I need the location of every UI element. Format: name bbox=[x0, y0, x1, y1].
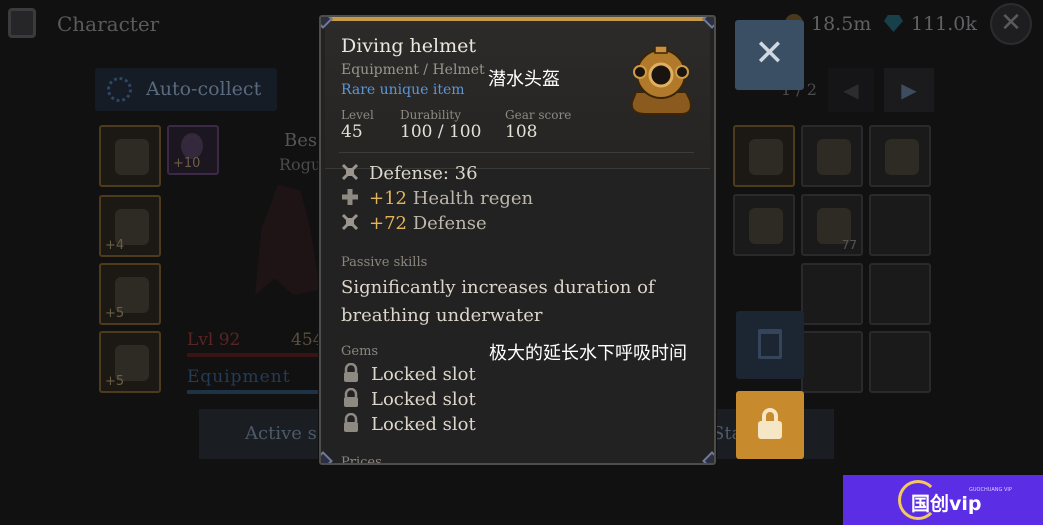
gem-amount: 111.0k bbox=[911, 13, 977, 35]
inventory-slot[interactable] bbox=[733, 194, 795, 256]
gem-slot-label: Locked slot bbox=[371, 414, 476, 435]
hood-icon bbox=[817, 139, 851, 175]
active-skills-button[interactable]: Active s bbox=[199, 409, 321, 459]
item-type: Equipment / Helmet bbox=[341, 62, 485, 78]
inventory-slot[interactable] bbox=[801, 331, 863, 393]
knife-icon bbox=[885, 139, 919, 175]
item-tooltip: Diving helmet Equipment / Helmet Rare un… bbox=[319, 15, 716, 465]
padlock-icon bbox=[344, 363, 358, 382]
item-name: Diving helmet bbox=[341, 35, 477, 57]
trash-icon bbox=[758, 329, 782, 359]
auto-collect-button[interactable]: Auto-collect bbox=[95, 68, 277, 111]
defense-bonus-line: +72 Defense bbox=[341, 213, 487, 234]
defense-line: Defense: 36 bbox=[341, 163, 478, 184]
upgrade-level: +4 bbox=[105, 238, 125, 253]
character-menu-icon[interactable] bbox=[8, 8, 36, 38]
subtitle-item-name: 潜水头盔 bbox=[488, 69, 560, 90]
upgrade-level: +5 bbox=[105, 374, 125, 389]
trash-button[interactable] bbox=[736, 311, 804, 379]
equipped-slot-gem[interactable]: +10 bbox=[167, 125, 219, 175]
tab-equipment-underline bbox=[187, 390, 320, 394]
corner-ornament bbox=[702, 451, 714, 463]
gold-amount: 18.5m bbox=[811, 13, 872, 35]
gem-slot-label: Locked slot bbox=[371, 364, 476, 385]
stat-durability-value: 100 / 100 bbox=[400, 122, 482, 142]
close-screen-button[interactable]: ✕ bbox=[990, 3, 1032, 45]
gem-upgrade-level: +10 bbox=[173, 156, 201, 171]
inventory-slot[interactable] bbox=[801, 125, 863, 187]
equipped-slot-boots[interactable]: +5 bbox=[99, 263, 161, 325]
auto-collect-label: Auto-collect bbox=[146, 78, 262, 100]
gear-icon bbox=[107, 77, 132, 102]
defense-bonus: +72 bbox=[369, 213, 407, 234]
prev-page-button[interactable]: ◀ bbox=[828, 68, 874, 112]
knife-icon bbox=[749, 208, 783, 244]
subtitle-passive: 极大的延长水下呼吸时间 bbox=[489, 343, 687, 364]
health-regen-text: Health regen bbox=[407, 188, 534, 209]
equipped-slot-helmet[interactable] bbox=[99, 125, 161, 187]
crossed-swords-icon bbox=[341, 163, 359, 181]
padlock-icon bbox=[344, 388, 358, 407]
inventory-slot[interactable]: 77 bbox=[801, 194, 863, 256]
diving-helmet-icon bbox=[630, 45, 692, 115]
stat-level-value: 45 bbox=[341, 122, 363, 142]
active-skills-label: Active s bbox=[245, 423, 317, 444]
stat-gear-score-value: 108 bbox=[505, 122, 538, 142]
gem-slot-label: Locked slot bbox=[371, 389, 476, 410]
upgrade-level: +5 bbox=[105, 306, 125, 321]
health-regen-line: +12 Health regen bbox=[341, 188, 533, 209]
gem-slot: Locked slot bbox=[341, 413, 476, 435]
level-label: Lvl 92 bbox=[187, 330, 241, 350]
gems-title: Gems bbox=[341, 344, 379, 359]
watermark-text: 国创vip bbox=[911, 493, 982, 515]
defense-bonus-text: Defense bbox=[407, 213, 487, 234]
passive-skills-title: Passive skills bbox=[341, 255, 428, 270]
inventory-slot[interactable] bbox=[869, 331, 931, 393]
passive-skill-text: Significantly increases duration of brea… bbox=[341, 277, 655, 326]
hero-name: Bes bbox=[284, 130, 318, 151]
hero-class: Rogu bbox=[279, 155, 322, 174]
inventory-slot[interactable] bbox=[801, 263, 863, 325]
padlock-icon bbox=[344, 413, 358, 432]
stat-level-label: Level bbox=[341, 108, 374, 122]
crossed-swords-icon bbox=[341, 213, 359, 231]
inventory-slot[interactable] bbox=[869, 194, 931, 256]
gem-slot: Locked slot bbox=[341, 388, 476, 410]
header-divider bbox=[339, 152, 694, 153]
lock-icon-body bbox=[758, 421, 782, 439]
equipped-slot-armor[interactable]: +4 bbox=[99, 195, 161, 257]
item-count: 77 bbox=[841, 238, 857, 252]
defense-text: Defense: 36 bbox=[369, 163, 478, 184]
gloves-icon bbox=[749, 139, 783, 175]
page-title: Character bbox=[57, 12, 160, 36]
equipped-slot-weapon[interactable]: +5 bbox=[99, 331, 161, 393]
helmet-icon bbox=[115, 139, 149, 175]
inventory-slot[interactable] bbox=[869, 125, 931, 187]
inventory-slot[interactable] bbox=[733, 125, 795, 187]
health-regen-bonus: +12 bbox=[369, 188, 407, 209]
close-tooltip-button[interactable]: ✕ bbox=[735, 20, 804, 90]
level-bar bbox=[187, 353, 320, 357]
stat-gear-score-label: Gear score bbox=[505, 108, 572, 122]
hero-figure bbox=[255, 185, 320, 295]
inventory-slot[interactable] bbox=[869, 263, 931, 325]
watermark-subtext: GUOCHUANG VIP bbox=[969, 487, 1012, 493]
item-rarity: Rare unique item bbox=[341, 82, 465, 98]
prices-title: Prices bbox=[341, 455, 382, 465]
lock-button[interactable] bbox=[736, 391, 804, 459]
next-page-button[interactable]: ▶ bbox=[884, 68, 934, 112]
corner-ornament bbox=[321, 451, 333, 463]
diamond-icon bbox=[884, 15, 903, 32]
tab-equipment[interactable]: Equipment bbox=[187, 367, 291, 387]
stat-durability-label: Durability bbox=[400, 108, 462, 122]
health-plus-icon bbox=[342, 189, 358, 205]
watermark-logo: 国创vip GUOCHUANG VIP bbox=[843, 475, 1043, 525]
gem-slot: Locked slot bbox=[341, 363, 476, 385]
